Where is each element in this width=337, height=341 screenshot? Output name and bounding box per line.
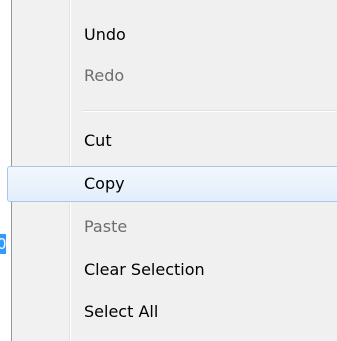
- menu-item-clear-selection[interactable]: Clear Selection: [15, 252, 337, 288]
- context-menu: Undo Redo Cut Copy Paste Clear Selection…: [7, 0, 337, 341]
- menu-item-paste: Paste: [84, 217, 128, 236]
- menu-item-select-all[interactable]: Select All: [15, 294, 337, 330]
- menu-item-copy[interactable]: Copy: [7, 166, 337, 202]
- menu-item-cut[interactable]: Cut: [15, 123, 337, 159]
- screen: 0 Undo Redo Cut Copy Paste Clear Selecti…: [0, 0, 337, 341]
- menu-item-undo[interactable]: Undo: [15, 17, 337, 53]
- menu-item-redo: Redo: [84, 66, 125, 85]
- context-menu-items: Undo Redo Cut Copy Paste Clear Selection…: [7, 0, 337, 341]
- menu-separator: [82, 110, 337, 112]
- selected-text-fragment[interactable]: 0: [0, 234, 6, 254]
